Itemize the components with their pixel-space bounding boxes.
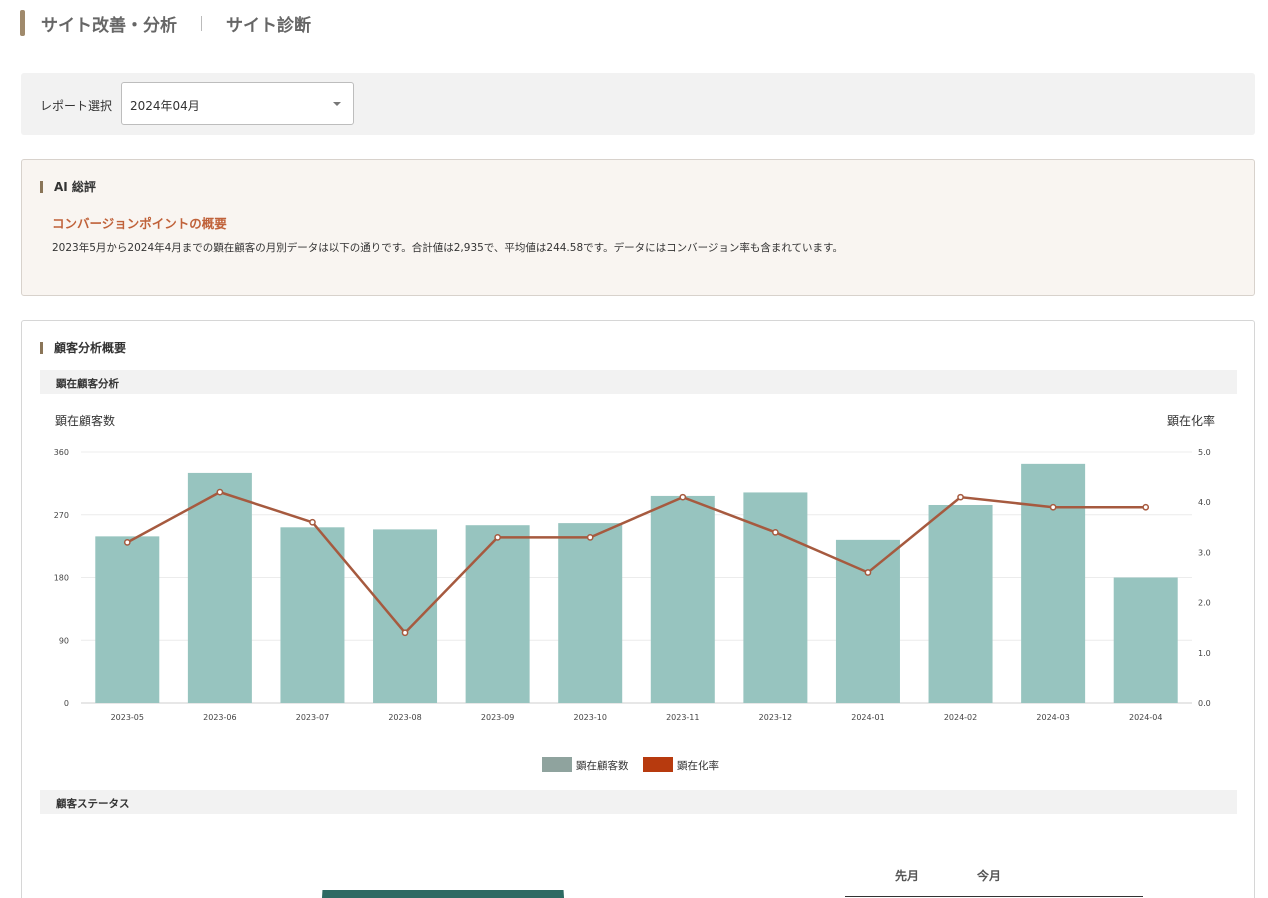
chevron-down-icon xyxy=(333,102,341,106)
x-tick-label: 2024-04 xyxy=(1129,713,1162,722)
line-point xyxy=(1049,503,1057,511)
x-tick-label: 2023-11 xyxy=(666,713,699,722)
bar-active-customers xyxy=(1021,463,1086,703)
bar-active-customers xyxy=(95,536,160,703)
y-tick-right: 1.0 xyxy=(1198,649,1211,658)
y-tick-right: 5.0 xyxy=(1198,448,1211,457)
y-tick-right: 0.0 xyxy=(1198,699,1211,708)
report-select-label: レポート選択 xyxy=(40,99,113,113)
x-tick-label: 2024-03 xyxy=(1036,713,1069,722)
y-tick-left: 90 xyxy=(59,636,69,645)
report-select-bar: レポート選択 2024年04月 xyxy=(21,73,1255,135)
y-tick-right: 2.0 xyxy=(1198,599,1211,608)
header-separator xyxy=(201,15,202,31)
customer-analysis-panel: 顧客分析概要 顕在顧客分析 顕在顧客数 顕在化率 0 90 180 270 360 0.0 1.… xyxy=(21,320,1255,898)
ai-summary-body: 2023年5月から2024年4月までの顕在顧客の月別データは以下の通りです。合計… xyxy=(52,242,844,254)
x-tick-label: 2023-08 xyxy=(388,713,421,722)
page-title: サイト改善・分析 xyxy=(41,15,177,36)
status-funnel-shape xyxy=(320,890,566,898)
header-accent-bar xyxy=(20,10,25,36)
line-point xyxy=(957,493,964,501)
bar-active-customers xyxy=(558,523,623,703)
status-col-this-month: 今月 xyxy=(977,869,1002,883)
line-point xyxy=(679,493,687,501)
bar-active-customers xyxy=(373,529,438,703)
subsection-bar-customer-status: 顧客ステータス xyxy=(40,790,1237,814)
line-point xyxy=(216,488,224,496)
bar-active-customers xyxy=(465,525,530,703)
heading-accent-bar xyxy=(40,180,43,193)
ai-summary-heading-text: AI 総評 xyxy=(54,180,96,194)
line-point xyxy=(586,533,594,541)
x-tick-label: 2023-12 xyxy=(759,713,792,722)
bar-active-customers xyxy=(650,495,715,703)
status-col-last-month: 先月 xyxy=(895,869,920,883)
line-conversion-rate xyxy=(126,490,1146,635)
y-tick-left: 180 xyxy=(54,574,69,583)
report-select-dropdown[interactable]: 2024年04月 xyxy=(121,82,354,125)
line-point xyxy=(772,528,779,536)
bar-active-customers xyxy=(928,504,993,703)
subsection-title: 顧客ステータス xyxy=(56,798,130,810)
active-customer-chart: 顕在顧客数 顕在化率0901802703600.01.02.03.04.05.02… xyxy=(54,413,1215,772)
page-header: サイト改善・分析 サイト診断 xyxy=(20,10,311,36)
legend-swatch-line xyxy=(643,757,673,772)
ai-summary-heading: AI 総評 xyxy=(40,178,96,195)
bar-active-customers xyxy=(1113,577,1178,703)
x-tick-label: 2024-02 xyxy=(944,713,977,722)
y-axis-right-title: 顕在化率 xyxy=(1167,413,1215,428)
x-tick-label: 2023-07 xyxy=(296,713,329,722)
y-tick-left: 360 xyxy=(54,448,69,457)
ai-summary-panel: AI 総評 コンバージョンポイントの概要 2023年5月から2024年4月までの… xyxy=(21,159,1255,296)
line-point xyxy=(494,533,501,541)
y-tick-right: 4.0 xyxy=(1198,498,1211,507)
x-tick-label: 2023-05 xyxy=(111,713,144,722)
legend-swatch-bar xyxy=(542,757,572,772)
ai-summary-subheading: コンバージョンポイントの概要 xyxy=(52,216,227,231)
y-tick-right: 3.0 xyxy=(1198,548,1211,557)
x-tick-label: 2023-10 xyxy=(573,713,606,722)
x-tick-label: 2024-01 xyxy=(851,713,884,722)
line-point xyxy=(1142,503,1150,511)
page-subtitle: サイト診断 xyxy=(226,15,311,36)
y-tick-left: 270 xyxy=(54,511,69,520)
legend-label-bar: 顕在顧客数 xyxy=(576,759,629,772)
y-tick-left: 0 xyxy=(64,699,69,708)
legend-label-line: 顕在化率 xyxy=(677,759,719,772)
status-table-divider xyxy=(845,896,1143,897)
bar-active-customers xyxy=(835,539,900,703)
bar-active-customers xyxy=(187,472,252,703)
line-point xyxy=(401,629,409,637)
line-point xyxy=(864,569,872,576)
y-axis-left-title: 顕在顧客数 xyxy=(55,413,115,428)
report-select-value: 2024年04月 xyxy=(130,99,200,113)
x-tick-label: 2023-09 xyxy=(481,713,514,722)
line-point xyxy=(123,539,131,546)
line-point xyxy=(309,518,316,526)
x-tick-label: 2023-06 xyxy=(203,713,236,722)
bar-active-customers xyxy=(280,527,345,703)
